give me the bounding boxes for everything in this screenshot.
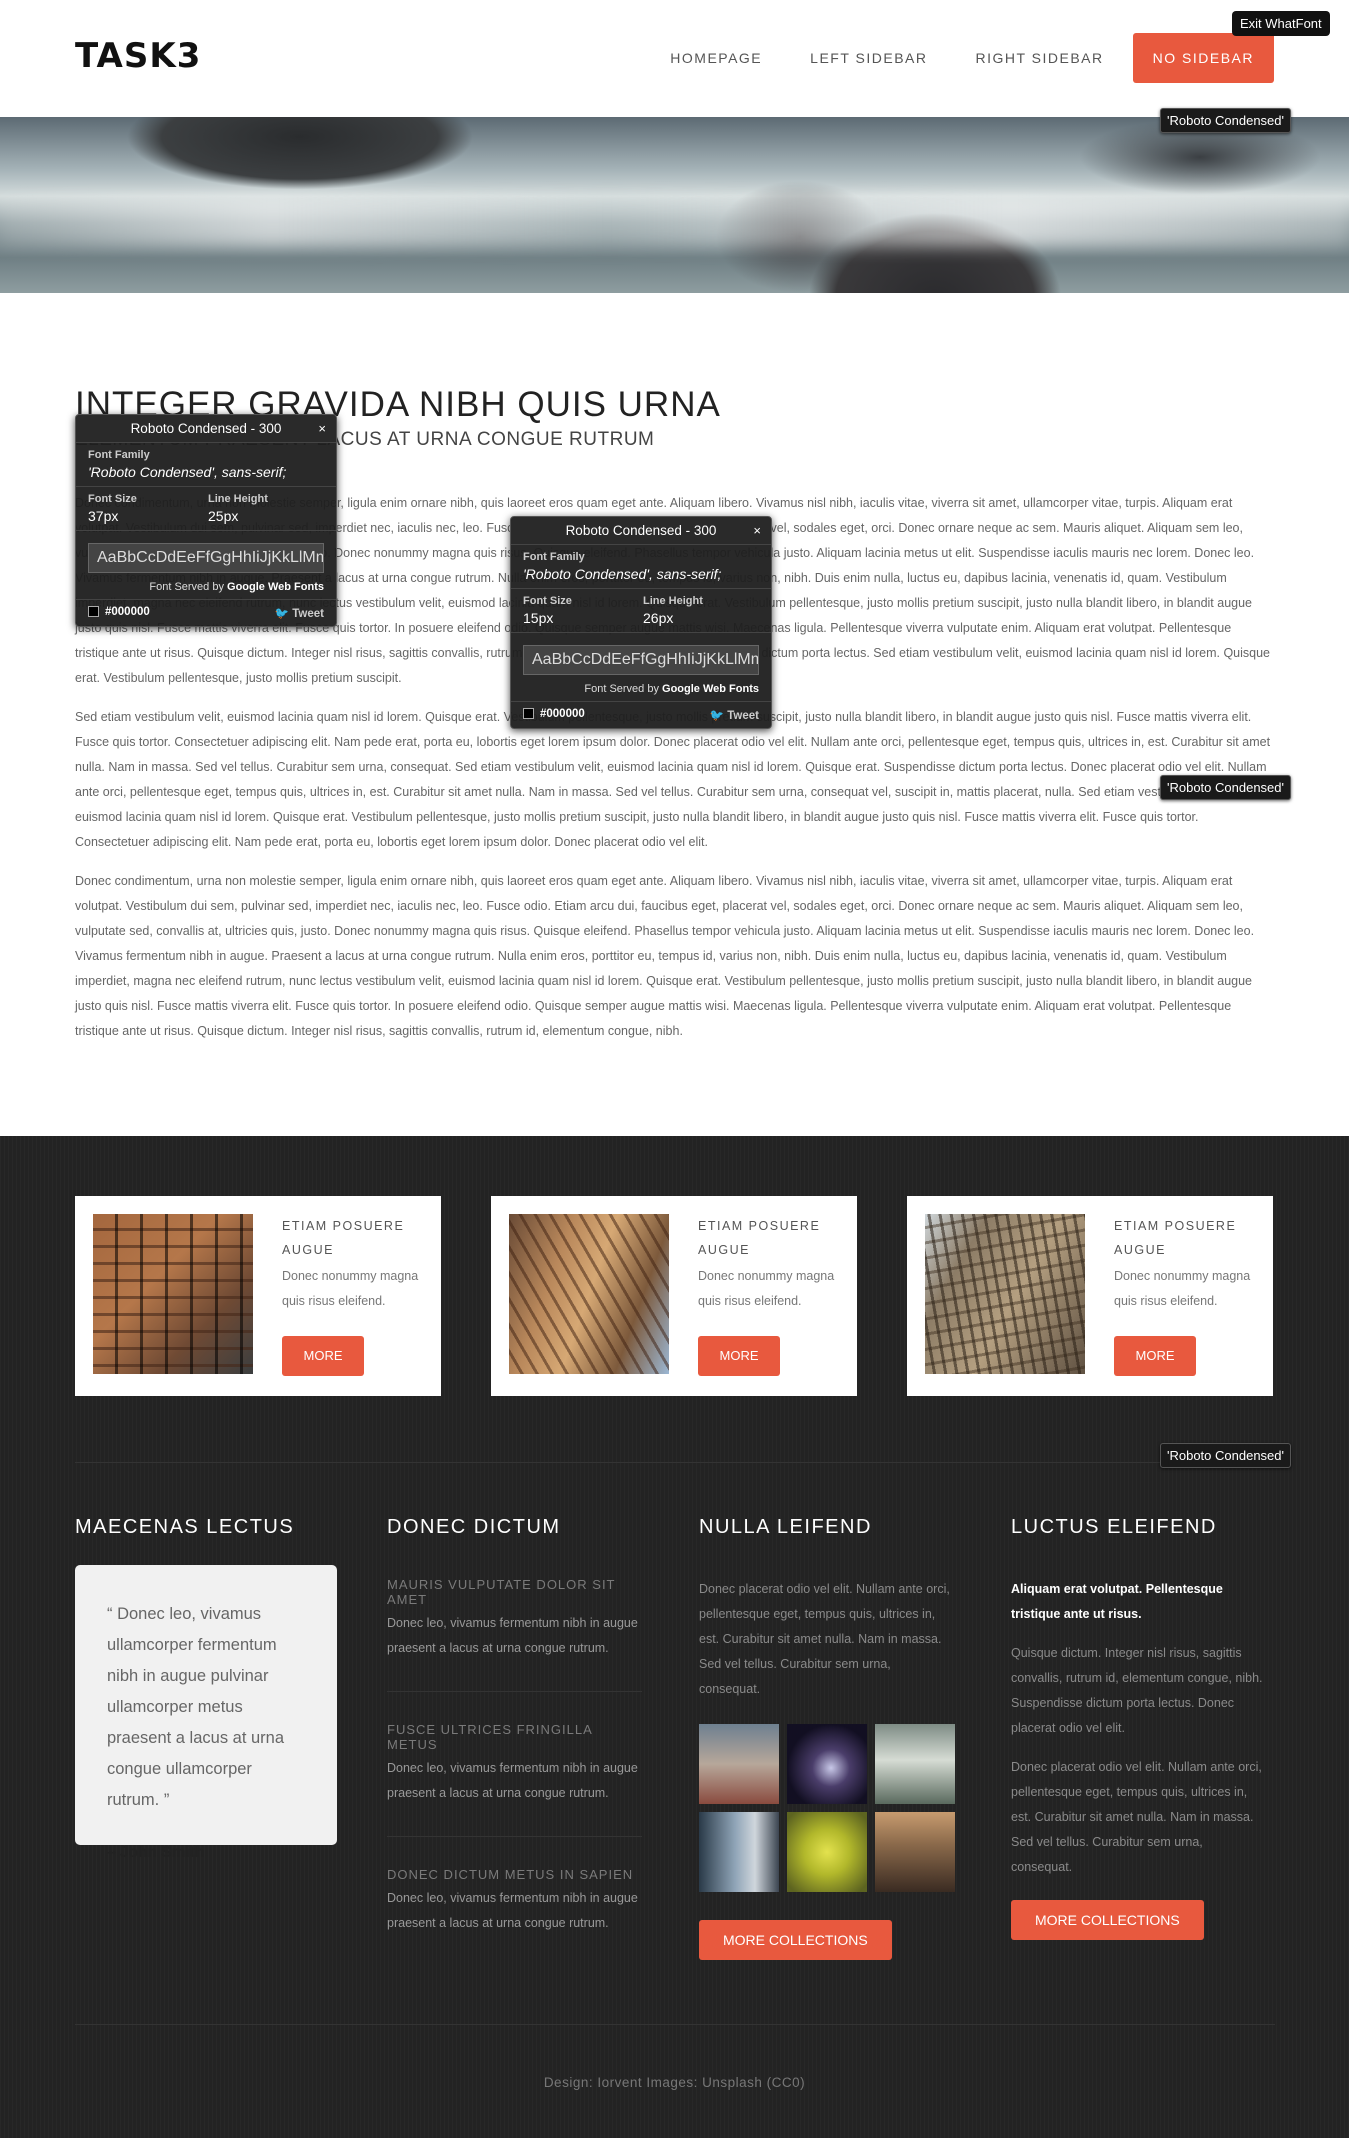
gallery-thumb[interactable] [875,1724,955,1804]
banner-image [0,117,1349,293]
color-swatch [88,606,99,618]
main-nav: HOMEPAGE LEFT SIDEBAR RIGHT SIDEBAR NO S… [641,33,1274,83]
banner-waves [0,197,1349,247]
post-item[interactable]: DONEC DICTUM METUS IN SAPIEN Donec leo, … [387,1867,642,1966]
served-by: Google Web Fonts [662,683,759,695]
gallery-thumb[interactable] [699,1724,779,1804]
whatfont-tooltip: 'Roboto Condensed' [1160,1443,1291,1468]
nav-homepage[interactable]: HOMEPAGE [651,33,781,83]
card-desc: Donec nonummy magna quis risus eleifend. [282,1269,419,1308]
nav-left-sidebar[interactable]: LEFT SIDEBAR [791,33,946,83]
gallery-text: Donec placerat odio vel elit. Nullam ant… [699,1582,950,1696]
tweet-link[interactable]: 🐦 Tweet [710,708,759,722]
gallery-thumb[interactable] [787,1724,867,1804]
footer-col-title: NULLA LEIFEND [699,1516,872,1538]
footer-col-posts: DONEC DICTUM MAURIS VULPUTATE DOLOR SIT … [387,1516,642,1996]
gallery-thumb[interactable] [875,1812,955,1892]
divider [75,2024,1275,2025]
footer-col-gallery: NULLA LEIFEND Donec placerat odio vel el… [699,1516,955,1960]
served-by: Google Web Fonts [227,581,324,593]
font-family-label: Font Family [88,449,150,461]
whatfont-panel[interactable]: Roboto Condensed - 300 × Font Family 'Rob… [510,516,772,729]
close-icon[interactable]: × [753,517,761,545]
line-height-value: 26px [643,610,674,626]
card-more-button[interactable]: MORE [282,1336,364,1376]
font-family-value: 'Roboto Condensed', sans-serif; [88,464,287,480]
font-size-value: 15px [523,610,554,626]
whatfont-exit-button[interactable]: Exit WhatFont [1232,11,1330,36]
color-value: #000000 [105,606,150,618]
nav-right-sidebar[interactable]: RIGHT SIDEBAR [956,33,1122,83]
post-title[interactable]: DONEC DICTUM METUS IN SAPIEN [387,1867,642,1882]
font-family-value: 'Roboto Condensed', sans-serif; [523,566,722,582]
footer-section: ETIAM POSUERE AUGUE Donec nonummy magna … [0,1136,1349,2138]
font-size-value: 37px [88,508,119,524]
font-size-label: Font Size [523,595,572,607]
line-height-label: Line Height [643,595,703,607]
whatfont-panel-title: Roboto Condensed - 300 [130,421,282,436]
card-title: ETIAM POSUERE AUGUE [282,1219,405,1257]
post-desc: Donec leo, vivamus fermentum nibh in aug… [387,1891,638,1930]
line-height-value: 25px [208,508,239,524]
testimonial: “ Donec leo, vivamus ullamcorper ferment… [75,1565,337,1861]
card-image [925,1214,1085,1374]
footer-bold-text: Aliquam erat volutpat. Pellentesque tris… [1011,1582,1223,1621]
paragraph: Donec condimentum, urna non molestie sem… [75,874,1255,1038]
divider [75,1462,1275,1463]
color-value: #000000 [540,708,585,720]
tweet-label: Tweet [292,608,324,620]
feature-card: ETIAM POSUERE AUGUE Donec nonummy magna … [75,1196,441,1396]
font-size-label: Font Size [88,493,137,505]
whatfont-panel-title: Roboto Condensed - 300 [565,523,717,538]
site-header: TASK3 HOMEPAGE LEFT SIDEBAR RIGHT SIDEBA… [0,0,1349,117]
card-more-button[interactable]: MORE [698,1336,780,1376]
card-desc: Donec nonummy magna quis risus eleifend. [698,1269,835,1308]
post-item[interactable]: FUSCE ULTRICES FRINGILLA METUS Donec leo… [387,1722,642,1837]
footer-col-quote: MAECENAS LECTUS “ Donec leo, vivamus ull… [75,1516,337,1861]
font-family-label: Font Family [523,551,585,563]
more-collections-button[interactable]: MORE COLLECTIONS [1011,1900,1204,1940]
gallery-thumb[interactable] [787,1812,867,1892]
footer-col-title: MAECENAS LECTUS [75,1516,295,1538]
gallery-thumb[interactable] [699,1812,779,1892]
color-swatch [523,708,534,720]
close-icon[interactable]: × [318,415,326,443]
card-title: ETIAM POSUERE AUGUE [698,1219,821,1257]
tweet-link[interactable]: 🐦 Tweet [275,606,324,620]
line-height-label: Line Height [208,493,268,505]
card-title: ETIAM POSUERE AUGUE [1114,1219,1237,1257]
font-sample: AaBbCcDdEeFfGgHhIiJjKkLlMmNnOo [523,645,759,675]
card-more-button[interactable]: MORE [1114,1336,1196,1376]
post-title[interactable]: MAURIS VULPUTATE DOLOR SIT AMET [387,1577,642,1607]
testimonial-author: – John Smith [107,1844,205,1861]
post-desc: Donec leo, vivamus fermentum nibh in aug… [387,1761,638,1800]
site-logo[interactable]: TASK3 [75,36,201,76]
more-collections-button[interactable]: MORE COLLECTIONS [699,1920,892,1960]
post-desc: Donec leo, vivamus fermentum nibh in aug… [387,1616,638,1655]
font-sample: AaBbCcDdEeFfGgHhIiJjKkLlMmNnOo [88,543,324,573]
served-label: Font Served by [584,683,659,695]
card-desc: Donec nonummy magna quis risus eleifend. [1114,1269,1251,1308]
whatfont-panel[interactable]: Roboto Condensed - 300 × Font Family 'Rob… [75,414,337,627]
post-title[interactable]: FUSCE ULTRICES FRINGILLA METUS [387,1722,642,1752]
footer-text: Quisque dictum. Integer nisl risus, sagi… [1011,1646,1263,1735]
feature-card: ETIAM POSUERE AUGUE Donec nonummy magna … [491,1196,857,1396]
gallery-grid [699,1724,955,1892]
testimonial-text: “ Donec leo, vivamus ullamcorper ferment… [107,1605,285,1809]
card-image [93,1214,253,1374]
served-label: Font Served by [149,581,224,593]
feature-card: ETIAM POSUERE AUGUE Donec nonummy magna … [907,1196,1273,1396]
footer-col-title: LUCTUS ELEIFEND [1011,1516,1217,1538]
footer-col-text: LUCTUS ELEIFEND Aliquam erat volutpat. P… [1011,1516,1266,1940]
feature-cards: ETIAM POSUERE AUGUE Donec nonummy magna … [75,1196,1275,1396]
post-item[interactable]: MAURIS VULPUTATE DOLOR SIT AMET Donec le… [387,1577,642,1692]
card-image [509,1214,669,1374]
nav-no-sidebar[interactable]: NO SIDEBAR [1132,33,1274,83]
whatfont-tooltip: 'Roboto Condensed' [1160,775,1291,800]
whatfont-tooltip: 'Roboto Condensed' [1160,108,1291,133]
footer-text: Donec placerat odio vel elit. Nullam ant… [1011,1760,1262,1874]
copyright: Design: Iorvent Images: Unsplash (CC0) [543,2075,806,2090]
tweet-label: Tweet [727,710,759,722]
footer-col-title: DONEC DICTUM [387,1516,561,1538]
